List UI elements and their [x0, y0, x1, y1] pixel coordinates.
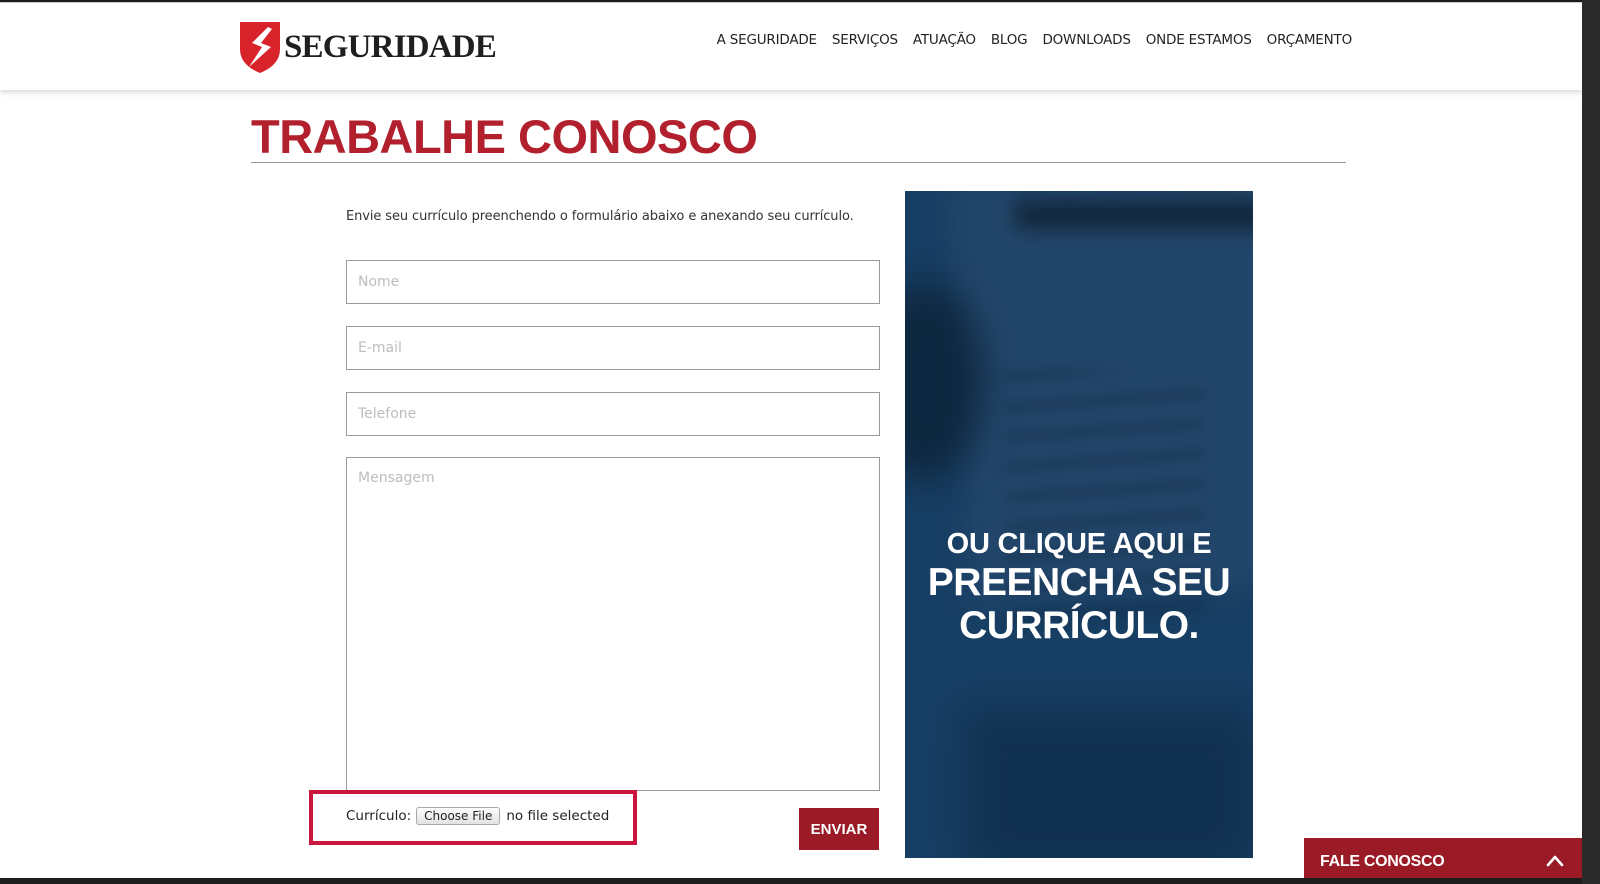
window-edge	[1582, 0, 1600, 884]
contact-widget[interactable]: FALE CONOSCO	[1304, 838, 1582, 878]
nav-blog[interactable]: BLOG	[991, 32, 1028, 48]
nav-atuacao[interactable]: ATUAÇÃO	[913, 32, 976, 48]
nav-a-seguridade[interactable]: A SEGURIDADE	[717, 32, 817, 48]
banner-line-3: CURRÍCULO.	[959, 603, 1199, 647]
phone-input[interactable]	[346, 392, 880, 436]
chevron-up-icon[interactable]	[1546, 852, 1564, 870]
page-title: TRABALHE CONOSCO	[251, 110, 758, 163]
choose-file-button[interactable]: Choose File	[416, 807, 501, 825]
resume-form-banner[interactable]: OU CLIQUE AQUI E PREENCHA SEU CURRÍCULO.	[905, 191, 1253, 858]
banner-bg-bottom	[965, 711, 1253, 858]
nav-orcamento[interactable]: ORÇAMENTO	[1267, 32, 1353, 48]
file-status: no file selected	[506, 808, 610, 824]
contact-widget-label: FALE CONOSCO	[1320, 853, 1445, 870]
nav-onde-estamos[interactable]: ONDE ESTAMOS	[1146, 32, 1252, 48]
banner-line-2: PREENCHA SEU	[927, 560, 1231, 604]
name-input[interactable]	[346, 260, 880, 304]
nav-downloads[interactable]: DOWNLOADS	[1042, 32, 1130, 48]
nav-servicos[interactable]: SERVIÇOS	[832, 32, 898, 48]
shield-s-icon	[240, 22, 280, 73]
site-header: SEGURIDADE A SEGURIDADE SERVIÇOS ATUAÇÃO…	[0, 2, 1582, 90]
banner-text: OU CLIQUE AQUI E PREENCHA SEU CURRÍCULO.	[905, 527, 1253, 648]
logo[interactable]: SEGURIDADE	[238, 19, 497, 75]
logo-text: SEGURIDADE	[284, 28, 497, 65]
email-input[interactable]	[346, 326, 880, 370]
file-upload: Currículo: Choose File no file selected	[346, 807, 609, 825]
page: SEGURIDADE A SEGURIDADE SERVIÇOS ATUAÇÃO…	[0, 2, 1582, 878]
banner-bg-shadow	[1015, 201, 1253, 229]
message-textarea[interactable]	[346, 457, 880, 791]
submit-button[interactable]: ENVIAR	[799, 808, 879, 850]
main-nav: A SEGURIDADE SERVIÇOS ATUAÇÃO BLOG DOWNL…	[702, 32, 1353, 48]
banner-line-1: OU CLIQUE AQUI E	[946, 528, 1212, 560]
file-label: Currículo:	[346, 808, 412, 824]
form-intro: Envie seu currículo preenchendo o formul…	[346, 209, 854, 224]
title-divider	[251, 162, 1346, 163]
